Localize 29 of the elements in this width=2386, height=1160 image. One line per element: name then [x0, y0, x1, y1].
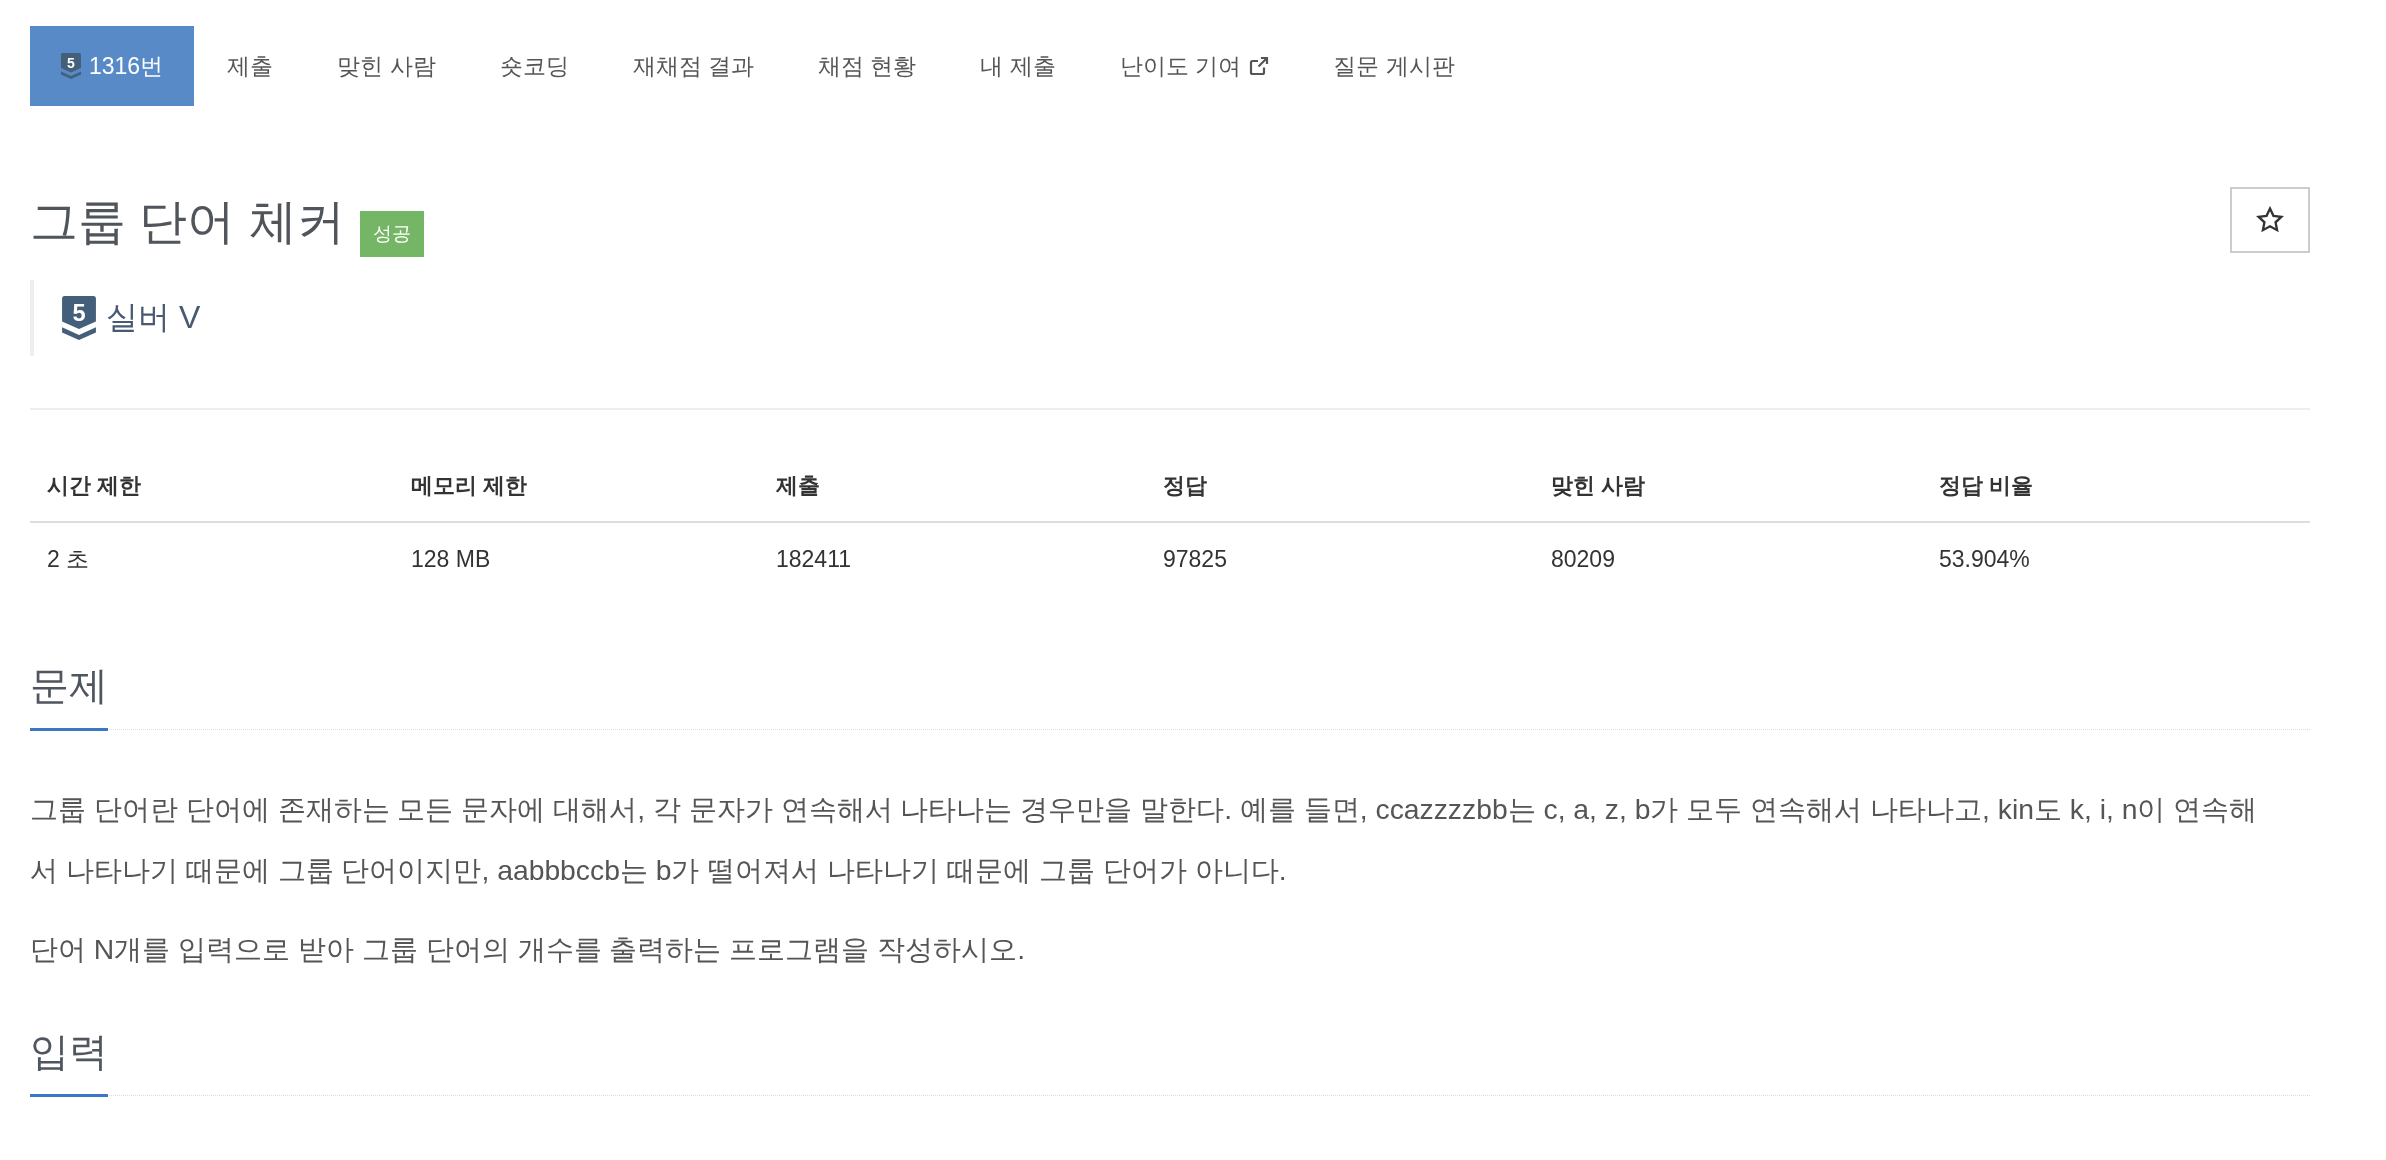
column-header: 메모리 제한	[411, 472, 528, 500]
nav-tab[interactable]: 5 1316번	[30, 26, 195, 106]
column-header: 시간 제한	[47, 472, 142, 500]
nav-tab[interactable]: 난이도 기여	[1088, 26, 1301, 106]
nav-tab[interactable]: 재채점 결과	[601, 26, 785, 106]
column-header: 정답 비율	[1939, 472, 2034, 500]
section-heading: 문제	[30, 661, 108, 731]
nav-tab[interactable]: 제출	[196, 26, 305, 106]
nav-tab[interactable]: 채점 현황	[786, 26, 948, 106]
nav-tab[interactable]: 맞힌 사람	[306, 26, 467, 106]
column-header: 맞힌 사람	[1551, 472, 1646, 500]
column-header: 제출	[776, 472, 820, 500]
problem-title: 그룹 단어 체커	[30, 194, 345, 250]
table-cell: 128 MB	[411, 545, 491, 573]
tier-name[interactable]: 실버 V	[106, 296, 201, 340]
nav-tab[interactable]: 숏코딩	[468, 26, 600, 106]
favorite-button[interactable]	[2230, 187, 2310, 253]
nav-tab[interactable]: 내 제출	[949, 26, 1087, 106]
table-cell: 53.904%	[1939, 545, 2030, 573]
table-cell: 80209	[1551, 545, 1615, 573]
table-cell-text: 2 초	[47, 544, 90, 574]
problem-paragraph: 단어 N개를 입력으로 받아 그룹 단어의 개수를 출력하는 프로그램을 작성하시오.	[30, 932, 1027, 967]
problem-paragraph: 그룹 단어란 단어에 존재하는 모든 문자에 대해서, 각 문자가 연속해서 나타나는 경우만을 말한다. 예를 들면, ccazzzzbb는 c, a, z, b가 모두 연속해서 나타나고, kin도 k, i, n이 연속해서 나타나기 때문에 그룹 단어이지만, aabbbccb는 b가 떨어져서 나타나기 때문에 그룹 단어가 아니다.	[30, 792, 2259, 888]
nav-tab[interactable]: 질문 게시판	[1302, 26, 1486, 106]
result-label: 성공	[359, 211, 424, 257]
table-cell: 182411	[776, 545, 852, 573]
column-header: 정답	[1163, 472, 1207, 500]
table-cell: 97825	[1163, 545, 1227, 573]
section-heading: 입력	[30, 1027, 108, 1097]
